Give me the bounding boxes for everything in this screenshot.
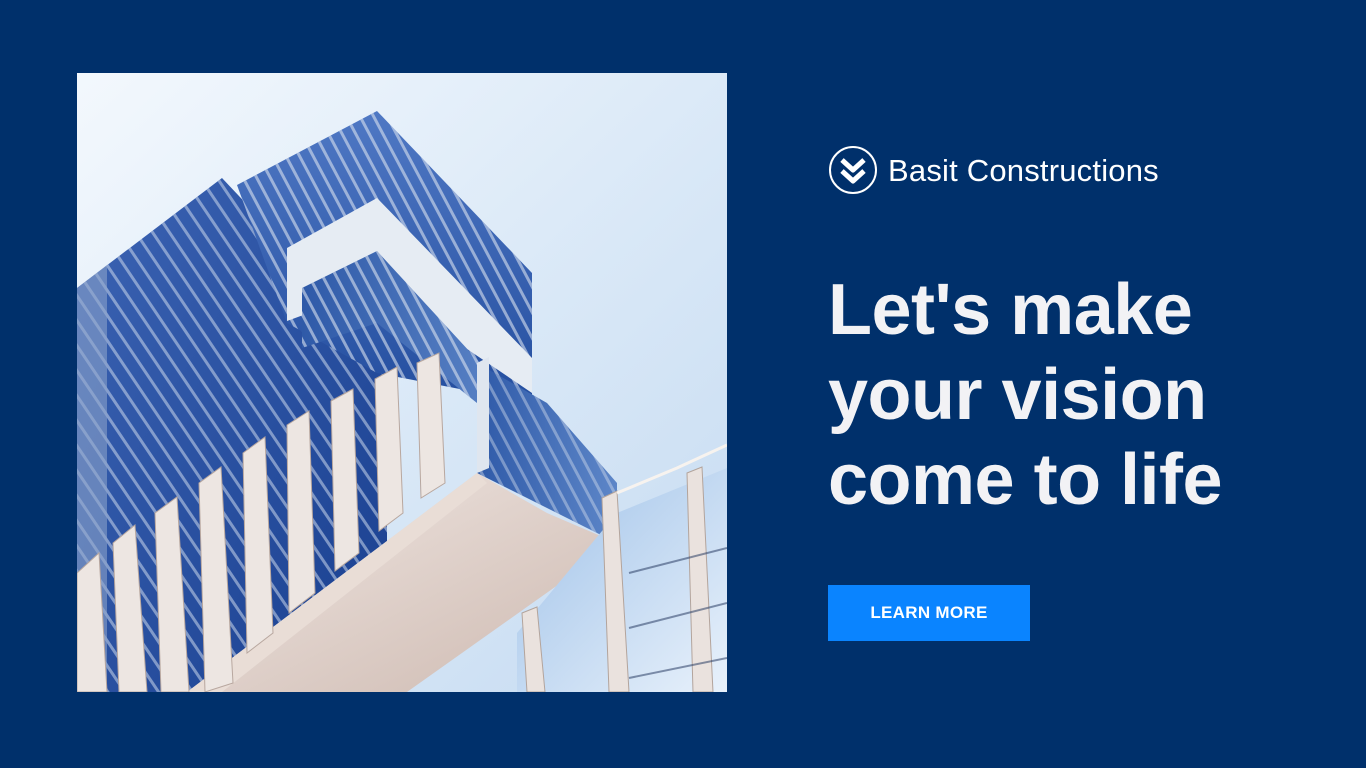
brand-name: Basit Constructions	[888, 152, 1159, 188]
headline-line-3: come to life	[828, 440, 1223, 520]
headline-line-1: Let's make	[828, 270, 1193, 350]
double-chevron-down-icon	[829, 146, 877, 194]
headline-line-2: your vision	[828, 355, 1207, 435]
headline: Let's make your vision come to life	[828, 268, 1328, 523]
learn-more-button[interactable]: LEARN MORE	[828, 585, 1030, 641]
hero-building-image	[77, 73, 727, 692]
brand-header: Basit Constructions	[828, 144, 1159, 196]
